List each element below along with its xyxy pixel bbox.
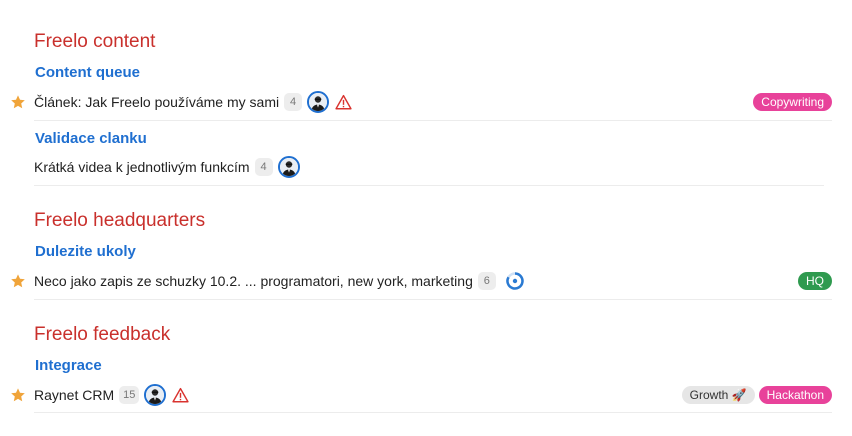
row-divider — [34, 412, 832, 413]
task-name[interactable]: Raynet CRM — [34, 387, 114, 403]
comment-count-badge: 15 — [119, 386, 140, 404]
progress-ring-icon — [506, 272, 524, 290]
warning-icon — [172, 387, 190, 403]
tag-list: Copywriting — [753, 83, 832, 121]
row-divider — [34, 185, 824, 186]
star-icon[interactable] — [10, 387, 26, 403]
avatar[interactable] — [277, 156, 300, 178]
table-row[interactable]: Článek: Jak Freelo používáme my sami 4 C… — [0, 83, 832, 121]
project-title[interactable]: Freelo headquarters — [34, 210, 205, 232]
task-name[interactable]: Článek: Jak Freelo používáme my sami — [34, 94, 279, 110]
tag-hackathon[interactable]: Hackathon — [758, 386, 832, 404]
project-title[interactable]: Freelo feedback — [34, 324, 170, 346]
tag-growth[interactable]: Growth 🚀 — [681, 386, 755, 404]
star-icon[interactable] — [10, 94, 26, 110]
table-row[interactable]: Raynet CRM 15 Growth 🚀 Hackathon — [0, 376, 832, 414]
comment-count-badge: 4 — [254, 158, 273, 176]
avatar[interactable] — [307, 91, 330, 113]
list-title[interactable]: Content queue — [35, 64, 140, 82]
star-icon[interactable] — [10, 273, 26, 289]
warning-icon — [335, 94, 352, 110]
tag-list: Growth 🚀 Hackathon — [681, 376, 832, 414]
tag-hq[interactable]: HQ — [798, 272, 832, 290]
tag-list: HQ — [798, 262, 832, 300]
list-title[interactable]: Integrace — [35, 357, 102, 375]
task-name[interactable]: Krátká videa k jednotlivým funkcím — [34, 159, 250, 175]
table-row[interactable]: Neco jako zapis ze schuzky 10.2. ... pro… — [0, 262, 832, 300]
project-title[interactable]: Freelo content — [34, 31, 155, 53]
row-divider — [34, 120, 832, 121]
comment-count-badge: 6 — [477, 272, 496, 290]
table-row[interactable]: Krátká videa k jednotlivým funkcím 4 — [0, 148, 832, 186]
list-title[interactable]: Validace clanku — [35, 130, 147, 148]
comment-count-badge: 4 — [284, 93, 303, 111]
row-divider — [34, 299, 832, 300]
avatar[interactable] — [144, 384, 167, 406]
tag-copywriting[interactable]: Copywriting — [753, 93, 832, 111]
list-title[interactable]: Dulezite ukoly — [35, 243, 136, 261]
task-name[interactable]: Neco jako zapis ze schuzky 10.2. ... pro… — [34, 273, 473, 289]
